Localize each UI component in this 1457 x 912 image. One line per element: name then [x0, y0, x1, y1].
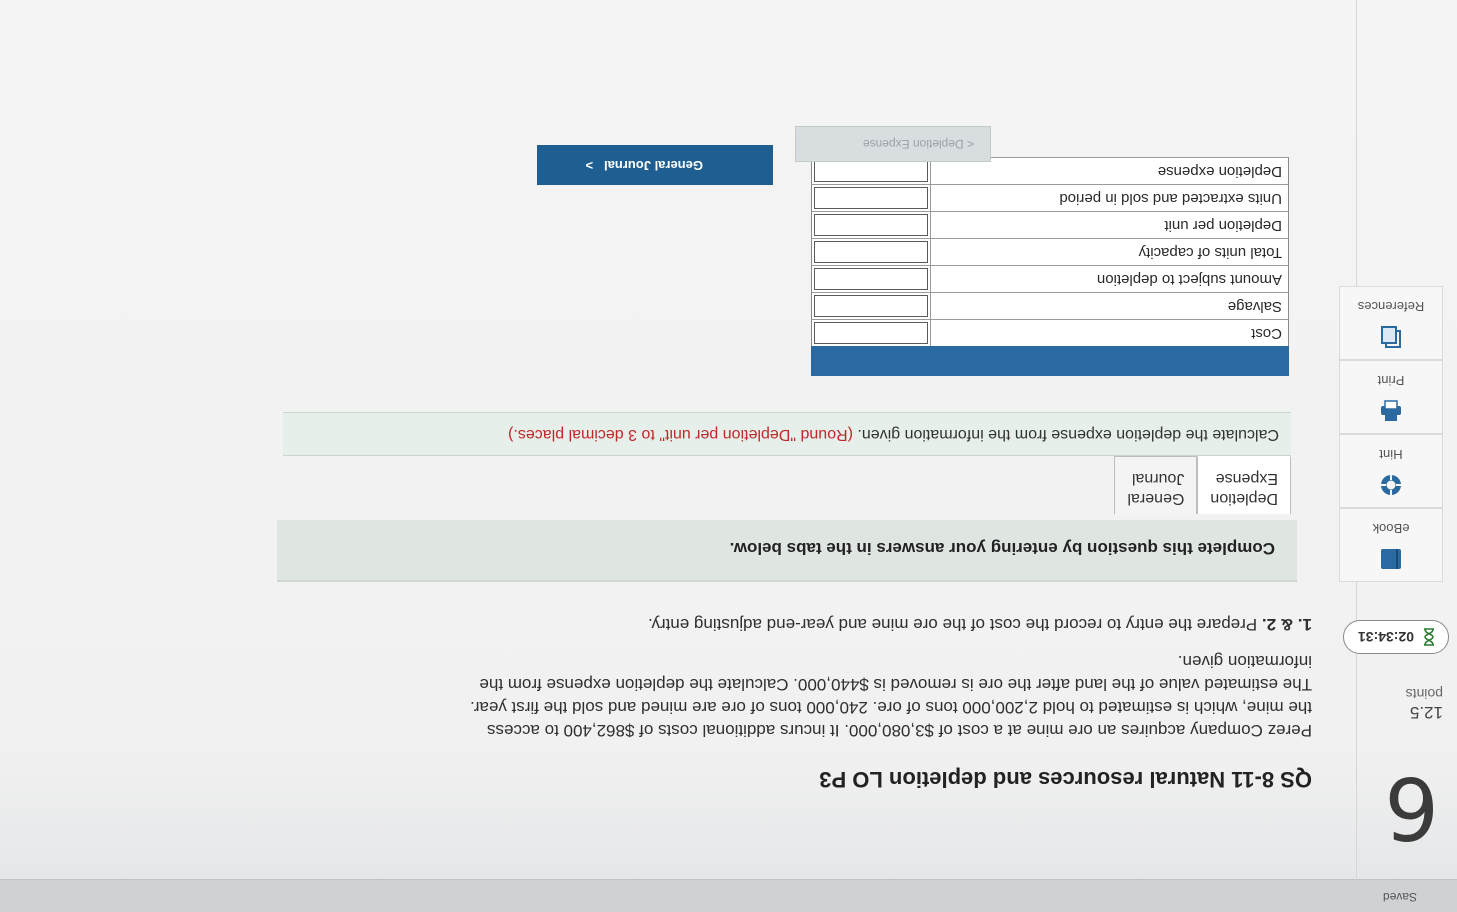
next-tab-label: General Journal — [604, 158, 703, 173]
requirements: 1. & 2. Prepare the entry to record the … — [462, 614, 1312, 634]
units-extracted-input[interactable] — [814, 187, 928, 209]
hint-button[interactable]: Hint — [1339, 434, 1443, 508]
requirements-number: 1. & 2. — [1261, 615, 1312, 634]
cost-input[interactable] — [814, 322, 928, 344]
table-row: Total units of capacity — [811, 238, 1289, 265]
row-label: Cost — [929, 320, 1288, 346]
copy-icon — [1381, 326, 1401, 348]
calculation-instructions: Calculate the depletion expense from the… — [283, 412, 1291, 456]
row-label: Salvage — [929, 293, 1288, 319]
references-label: References — [1357, 299, 1425, 314]
references-button[interactable]: References — [1339, 286, 1443, 360]
depletion-per-unit-input[interactable] — [814, 214, 928, 236]
prev-tab-label: Depletion Expense — [862, 137, 964, 151]
calc-text: Calculate the depletion expense from the… — [857, 426, 1279, 443]
instructions-text: Complete this question by entering your … — [729, 539, 1275, 558]
tab-label-line1: General — [1127, 490, 1185, 507]
chevron-left-icon: < — [966, 137, 974, 151]
row-label: Total units of capacity — [929, 239, 1288, 265]
salvage-input[interactable] — [814, 295, 928, 317]
table-row: Depletion per unit — [811, 211, 1289, 238]
points-value: 12.5 — [1409, 703, 1443, 722]
print-button[interactable]: Print — [1339, 360, 1443, 434]
row-label: Units extracted and sold in period — [929, 185, 1288, 211]
printer-icon — [1381, 400, 1401, 421]
hint-label: Hint — [1379, 447, 1403, 462]
prev-tab-button[interactable]: < Depletion Expense — [795, 126, 991, 162]
instructions-bar: Complete this question by entering your … — [277, 520, 1297, 582]
table-row: Amount subject to depletion — [811, 265, 1289, 292]
hourglass-icon — [1424, 628, 1434, 646]
tab-label-line2: Expense — [1215, 470, 1278, 487]
saved-indicator: Saved — [1382, 890, 1417, 904]
row-label: Amount subject to depletion — [929, 266, 1288, 292]
timer-badge: 02:34:31 — [1343, 620, 1449, 654]
problem-text: Perez Company acquires an ore mine at a … — [469, 652, 1312, 740]
timer-text: 02:34:31 — [1357, 629, 1414, 645]
tab-general-journal[interactable]: General Journal — [1114, 456, 1198, 514]
table-row: Salvage — [811, 292, 1289, 319]
points-label: points — [1405, 686, 1443, 702]
ebook-label: eBook — [1372, 521, 1410, 536]
depletion-table: Cost Salvage Amount subject to depletion… — [811, 157, 1289, 376]
ebook-button[interactable]: eBook — [1339, 508, 1443, 582]
tab-label-line1: Depletion — [1210, 490, 1278, 507]
next-tab-button[interactable]: General Journal > — [537, 145, 773, 185]
amount-subject-input[interactable] — [814, 268, 928, 290]
top-status-bar: Saved — [0, 879, 1457, 912]
question-title: QS 8-11 Natural resources and depletion … — [819, 767, 1312, 792]
tab-label-line2: Journal — [1131, 470, 1185, 487]
row-label: Depletion per unit — [929, 212, 1288, 238]
requirements-text: Prepare the entry to record the cost of … — [647, 615, 1258, 634]
depletion-expense-input[interactable] — [814, 160, 928, 182]
print-label: Print — [1377, 373, 1405, 388]
book-icon — [1381, 549, 1401, 569]
table-row: Cost — [811, 319, 1289, 346]
tab-strip: Depletion Expense General Journal — [1114, 456, 1291, 514]
question-page: Saved 6 12.5 points 02:34:31 eBook Hint … — [0, 0, 1457, 912]
table-header — [811, 346, 1289, 376]
total-units-input[interactable] — [814, 241, 928, 263]
tab-depletion-expense[interactable]: Depletion Expense — [1197, 456, 1291, 514]
chevron-right-icon: > — [585, 158, 601, 173]
question-number: 6 — [1384, 757, 1439, 857]
calc-rounding-note: (Round "Depletion per unit" to 3 decimal… — [508, 426, 853, 443]
table-row: Units extracted and sold in period — [811, 184, 1289, 211]
lifebuoy-icon — [1381, 475, 1401, 495]
